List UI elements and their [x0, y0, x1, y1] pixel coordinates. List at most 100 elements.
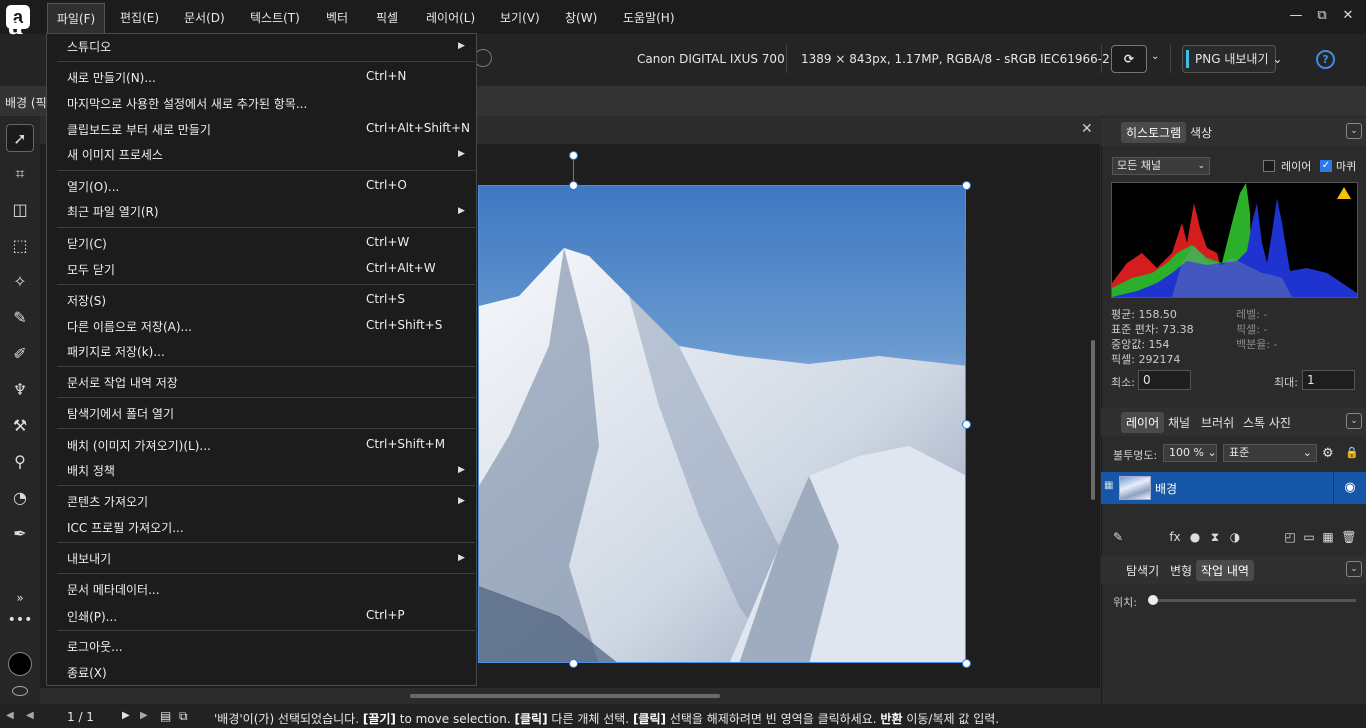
menu-item-open[interactable]: 열기(O)...: [67, 178, 119, 195]
menu-layer[interactable]: 레이어(L): [426, 0, 475, 34]
tab-history[interactable]: 작업 내역: [1196, 560, 1254, 581]
fx-icon[interactable]: fx: [1167, 530, 1183, 544]
menu-window[interactable]: 창(W): [565, 0, 597, 34]
resize-handle-top[interactable]: [569, 181, 578, 190]
menu-item-logout[interactable]: 로그아웃...: [67, 638, 123, 655]
menu-vector[interactable]: 벡터: [326, 0, 348, 34]
channel-select[interactable]: 모든 채널 ⌄: [1112, 157, 1210, 175]
stamp-tool-icon[interactable]: ⚲: [6, 448, 34, 476]
horizontal-scrollbar[interactable]: [410, 694, 720, 698]
position-slider-knob[interactable]: [1148, 595, 1158, 605]
selection-brush-icon[interactable]: ◫: [6, 196, 34, 224]
add-pixel-layer-icon[interactable]: ◰: [1282, 530, 1298, 544]
mask-icon[interactable]: ●: [1187, 530, 1203, 544]
collapse-icon[interactable]: ⌄: [1346, 561, 1362, 577]
secondary-color-icon[interactable]: [12, 686, 28, 696]
marquee-tool-icon[interactable]: ⬚: [6, 232, 34, 260]
menu-item-new[interactable]: 새로 만들기(N)...: [67, 69, 156, 86]
menu-pixel[interactable]: 픽셀: [376, 0, 398, 34]
menu-item-metadata[interactable]: 문서 메타데이터...: [67, 581, 160, 598]
adjustment-icon[interactable]: ⧗: [1207, 530, 1223, 544]
layer-checkbox[interactable]: [1263, 160, 1275, 172]
menu-document[interactable]: 문서(D): [184, 0, 225, 34]
tab-layers[interactable]: 레이어: [1121, 412, 1165, 433]
tab-navigator[interactable]: 탐색기: [1121, 560, 1164, 581]
tab-histogram[interactable]: 히스토그램: [1121, 122, 1187, 143]
resize-handle-top-right[interactable]: [962, 181, 971, 190]
prev-page-icon[interactable]: ◀: [26, 710, 34, 721]
menu-item-save-history[interactable]: 문서로 작업 내역 저장: [67, 374, 178, 391]
tab-channels[interactable]: 채널: [1163, 412, 1195, 433]
marquee-checkbox[interactable]: ✓: [1320, 160, 1332, 172]
menu-item-import-content[interactable]: 콘텐츠 가져오기: [67, 493, 148, 510]
minimize-button[interactable]: —: [1284, 6, 1308, 26]
menu-item-place-policy[interactable]: 배치 정책: [67, 462, 115, 479]
trash-icon[interactable]: 🗑: [1341, 530, 1357, 544]
collapse-icon[interactable]: ⌄: [1346, 123, 1362, 139]
snapping-icon[interactable]: ⟳: [1111, 45, 1147, 73]
menu-item-import-icc[interactable]: ICC 프로필 가져오기...: [67, 519, 184, 536]
vertical-scrollbar[interactable]: [1091, 340, 1095, 500]
move-tool-icon[interactable]: ➚: [6, 124, 34, 152]
menu-item-place[interactable]: 배치 (이미지 가져오기)(L)...: [67, 437, 211, 454]
tab-stock-photos[interactable]: 스톡 사진: [1238, 412, 1296, 433]
pages-icon[interactable]: ⧉: [179, 709, 188, 724]
menu-help[interactable]: 도움말(H): [623, 0, 675, 34]
menu-item-close[interactable]: 닫기(C): [67, 235, 107, 252]
persona-logo-icon[interactable]: a: [8, 10, 38, 40]
menu-item-new-from-last[interactable]: 마지막으로 사용한 설정에서 새로 추가된 항목...: [67, 95, 307, 112]
menu-file[interactable]: 파일(F): [47, 3, 105, 34]
menu-item-open-recent[interactable]: 최근 파일 열기(R): [67, 203, 159, 220]
close-window-button[interactable]: ✕: [1336, 6, 1360, 26]
resize-handle-bottom-right[interactable]: [962, 659, 971, 668]
min-field[interactable]: 0: [1138, 370, 1191, 390]
pencil-tool-icon[interactable]: ✐: [6, 340, 34, 368]
restore-button[interactable]: ⧉: [1310, 6, 1334, 26]
blend-mode-select[interactable]: 표준 ⌄: [1223, 444, 1317, 462]
menu-item-export[interactable]: 내보내기: [67, 550, 111, 567]
edit-layer-icon[interactable]: ✎: [1110, 530, 1126, 544]
tab-color[interactable]: 색상: [1185, 122, 1217, 143]
menu-item-studio[interactable]: 스튜디오: [67, 38, 111, 55]
menu-item-save-package[interactable]: 패키지로 저장(k)...: [67, 343, 165, 360]
menu-item-save[interactable]: 저장(S): [67, 292, 106, 309]
export-png-button[interactable]: PNG 내보내기 ⌄: [1182, 45, 1282, 73]
resize-handle-right[interactable]: [962, 420, 971, 429]
ellipsis-icon[interactable]: •••: [6, 606, 34, 634]
rotation-handle[interactable]: [569, 151, 578, 160]
tab-brushes[interactable]: 브러쉬: [1196, 412, 1239, 433]
menu-item-open-folder[interactable]: 탐색기에서 폴더 열기: [67, 405, 174, 422]
menu-item-exit[interactable]: 종료(X): [67, 664, 107, 681]
lock-icon[interactable]: 🔒: [1345, 446, 1359, 459]
healing-brush-icon[interactable]: ⚒: [6, 412, 34, 440]
group-folder-icon[interactable]: ▭: [1301, 530, 1317, 544]
position-slider[interactable]: [1152, 599, 1356, 602]
page-icon[interactable]: ▤: [160, 709, 171, 723]
menu-item-save-as[interactable]: 다른 이름으로 저장(A)...: [67, 318, 192, 335]
collapse-icon[interactable]: ⌄: [1346, 413, 1362, 429]
first-page-icon[interactable]: ◀︎: [6, 710, 14, 721]
pen-tool-icon[interactable]: ✒: [6, 520, 34, 548]
resize-handle-bottom[interactable]: [569, 659, 578, 668]
live-filter-icon[interactable]: ◑: [1227, 530, 1243, 544]
clone-brush-icon[interactable]: ♆: [6, 376, 34, 404]
menu-item-close-all[interactable]: 모두 닫기: [67, 261, 115, 278]
help-icon[interactable]: ?: [1316, 50, 1335, 69]
max-field[interactable]: 1: [1302, 370, 1355, 390]
chevron-down-icon[interactable]: ⌄: [1151, 51, 1159, 62]
paint-brush-icon[interactable]: ✎: [6, 304, 34, 332]
next-page-icon[interactable]: ▶: [122, 710, 130, 721]
flood-select-icon[interactable]: ✧: [6, 268, 34, 296]
close-document-icon[interactable]: ✕: [1081, 121, 1093, 137]
opacity-select[interactable]: 100 % ⌄: [1163, 444, 1217, 462]
primary-color-icon[interactable]: [8, 652, 32, 676]
menu-view[interactable]: 보기(V): [500, 0, 540, 34]
menu-edit[interactable]: 편집(E): [120, 0, 159, 34]
menu-text[interactable]: 텍스트(T): [250, 0, 300, 34]
menu-item-new-from-clipboard[interactable]: 클립보드로 부터 새로 만들기: [67, 121, 211, 138]
last-page-icon[interactable]: ▶︎: [140, 710, 148, 721]
checker-layer-icon[interactable]: ▦: [1320, 530, 1336, 544]
dodge-tool-icon[interactable]: ◔: [6, 484, 34, 512]
mountain-photo[interactable]: [478, 185, 966, 663]
crop-tool-icon[interactable]: ⌗: [6, 160, 34, 188]
